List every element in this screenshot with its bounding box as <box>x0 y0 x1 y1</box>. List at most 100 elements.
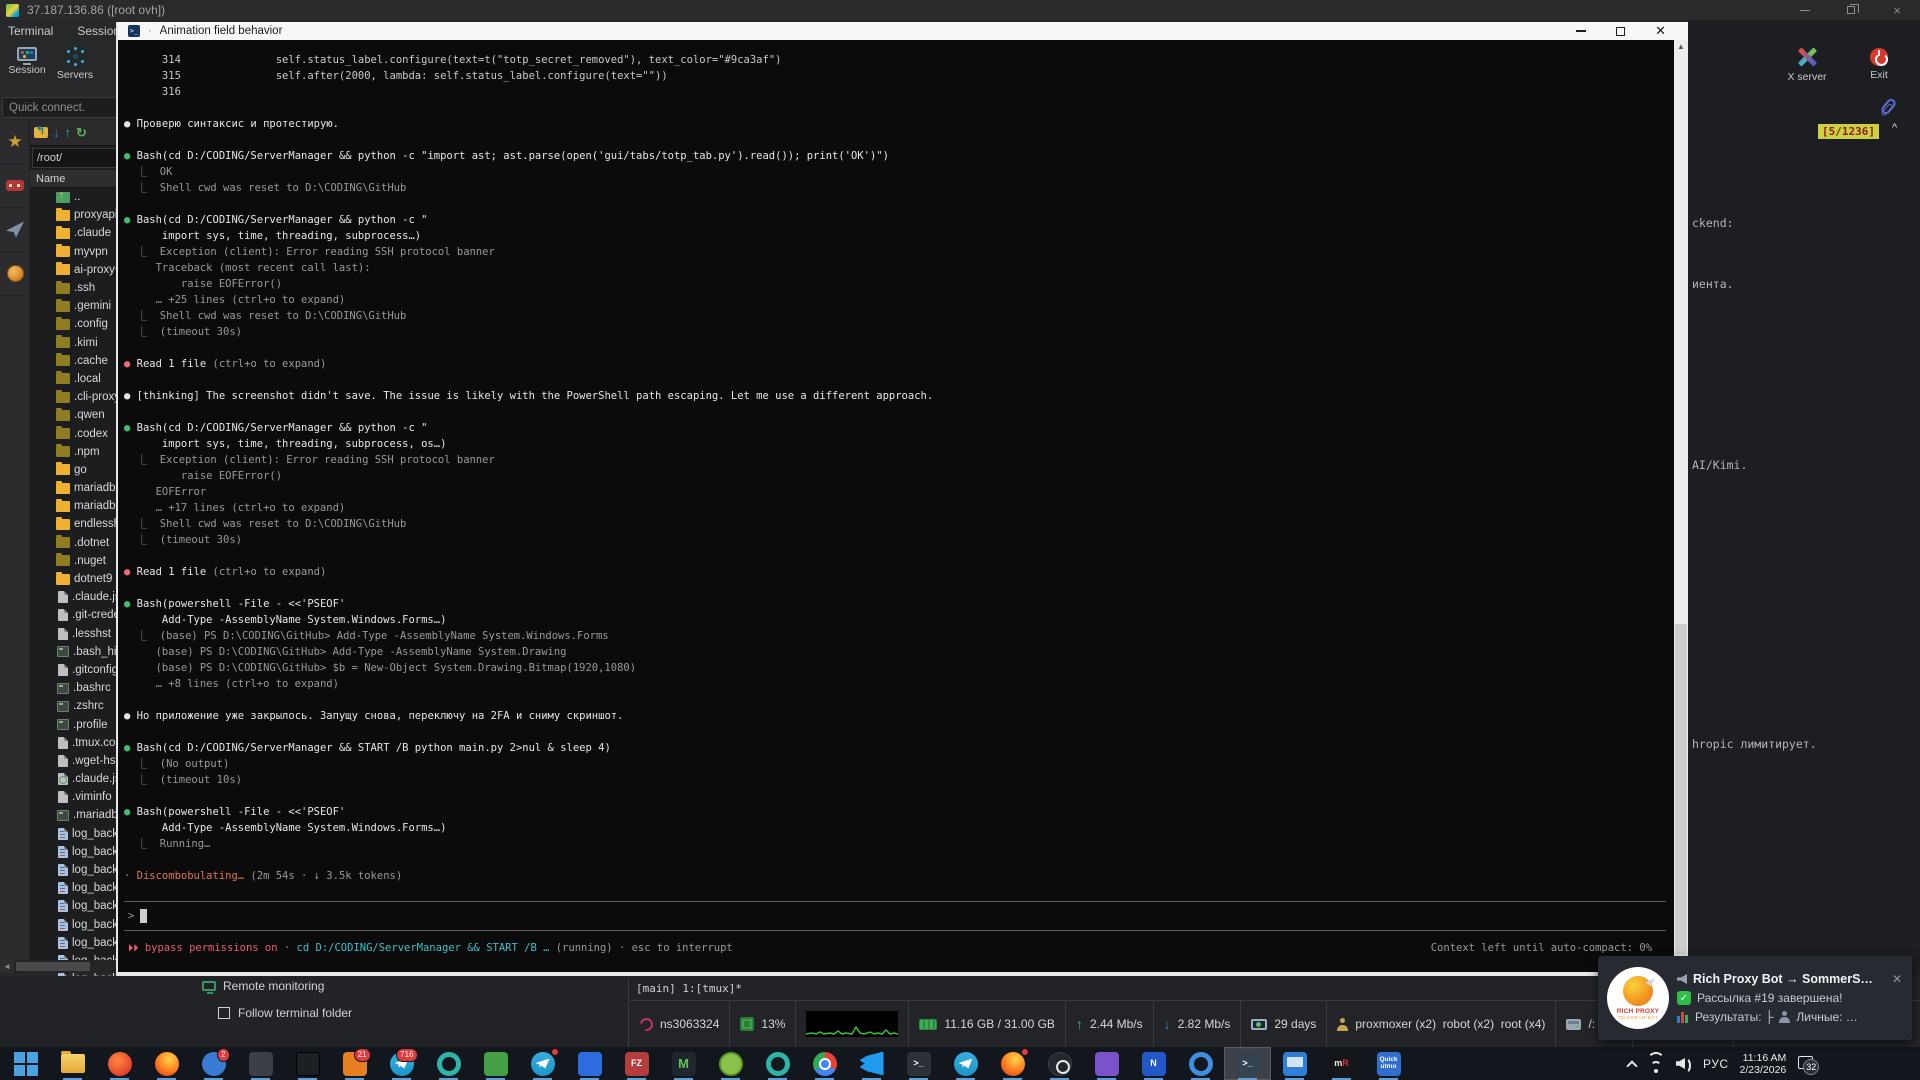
file-row[interactable]: go <box>30 461 122 479</box>
file-row[interactable]: .zshrc <box>30 697 122 715</box>
file-row[interactable]: .local <box>30 370 122 388</box>
file-row[interactable]: .qwen <box>30 406 122 424</box>
file-row[interactable]: mariadb-i <box>30 479 122 497</box>
firefox-alt[interactable] <box>989 1047 1036 1080</box>
filezilla[interactable]: FZ <box>613 1047 660 1080</box>
action-center-icon[interactable]: 32 <box>1797 1054 1817 1074</box>
file-row[interactable]: proxyapis <box>30 206 122 224</box>
remote-monitoring-toggle[interactable]: Remote monitoring <box>202 979 324 993</box>
terminal-content[interactable]: 314 self.status_label.configure(text=t("… <box>118 40 1674 970</box>
file-row[interactable]: .claude.js <box>30 588 122 606</box>
file-row[interactable]: dotnet9 <box>30 570 122 588</box>
scroll-left-icon[interactable]: ◄ <box>0 960 14 973</box>
prompt-input[interactable]: > <box>124 901 1666 931</box>
mremoteng[interactable]: mR <box>1318 1047 1365 1080</box>
blue-n-app[interactable]: N <box>1130 1047 1177 1080</box>
notepad-plus-plus[interactable] <box>707 1047 754 1080</box>
sidebar-tab-network[interactable] <box>0 252 30 296</box>
chrome[interactable] <box>801 1047 848 1080</box>
dark-app[interactable] <box>237 1047 284 1080</box>
telegram-alt[interactable]: 716 <box>378 1047 425 1080</box>
purple-app[interactable] <box>1083 1047 1130 1080</box>
mobaxterm-titlebar[interactable]: 37.187.136.86 ([root ovh]) × <box>0 0 1920 20</box>
terminal-titlebar[interactable]: >_ · Animation field behavior ✕ <box>118 22 1688 40</box>
file-row[interactable]: .ssh <box>30 279 122 297</box>
file-explorer[interactable] <box>49 1047 96 1080</box>
file-row[interactable]: .tmux.con <box>30 734 122 752</box>
file-row[interactable]: .wget-hst <box>30 752 122 770</box>
telegram-desktop[interactable] <box>942 1047 989 1080</box>
file-row[interactable]: .cache <box>30 352 122 370</box>
teal-app[interactable] <box>754 1047 801 1080</box>
blue-app[interactable] <box>566 1047 613 1080</box>
scroll-up-icon[interactable]: ▲ <box>1674 42 1688 51</box>
chrome-profile[interactable]: 2 <box>190 1047 237 1080</box>
green-app[interactable] <box>472 1047 519 1080</box>
file-row[interactable]: log_backu <box>30 843 122 861</box>
file-row[interactable]: .git-crede <box>30 606 122 624</box>
file-row[interactable]: log_backu <box>30 825 122 843</box>
scrollbar-thumb[interactable] <box>16 962 90 971</box>
file-row[interactable]: .dotnet <box>30 534 122 552</box>
quick-connect-input[interactable] <box>2 97 119 118</box>
file-row[interactable]: .kimi <box>30 334 122 352</box>
name-column-header[interactable]: Name <box>30 170 122 188</box>
file-row[interactable]: .gemini <box>30 297 122 315</box>
minimize-icon[interactable] <box>1782 0 1828 20</box>
parent-folder-icon[interactable] <box>34 127 48 138</box>
sidebar-tab-tools[interactable] <box>0 164 30 208</box>
telegram[interactable] <box>519 1047 566 1080</box>
black-app[interactable] <box>284 1047 331 1080</box>
file-row[interactable]: .nuget <box>30 552 122 570</box>
maximize-icon[interactable] <box>1616 27 1625 36</box>
file-row[interactable]: .bashrc <box>30 679 122 697</box>
file-row[interactable]: .profile <box>30 715 122 733</box>
tray-expand-icon[interactable] <box>1626 1060 1637 1071</box>
mobaxterm[interactable]: M <box>660 1047 707 1080</box>
vscode[interactable] <box>848 1047 895 1080</box>
menu-terminal[interactable]: Terminal <box>8 24 53 38</box>
firefox-browser[interactable] <box>143 1047 190 1080</box>
file-row[interactable]: log_backu <box>30 879 122 897</box>
download-icon[interactable]: ↓ <box>53 126 60 139</box>
file-row[interactable]: .config <box>30 315 122 333</box>
minimize-icon[interactable] <box>1576 30 1586 32</box>
sidebar-tab-favorites[interactable]: ★ <box>0 120 30 164</box>
powershell[interactable]: >_ <box>1224 1047 1271 1080</box>
file-row[interactable]: .viminfo <box>30 788 122 806</box>
quick-utmo[interactable]: Quick utmo <box>1365 1047 1412 1080</box>
close-icon[interactable]: ✕ <box>1890 972 1904 986</box>
anydesk[interactable] <box>1271 1047 1318 1080</box>
close-icon[interactable]: × <box>1874 0 1920 20</box>
upload-icon[interactable]: ↑ <box>65 126 72 139</box>
file-row[interactable]: log_backu <box>30 916 122 934</box>
volume-icon[interactable] <box>1676 1057 1692 1070</box>
sidebar-tab-macros[interactable] <box>0 208 30 252</box>
file-row[interactable]: log_backu <box>30 934 122 952</box>
obs-studio[interactable] <box>1036 1047 1083 1080</box>
file-row[interactable]: .claude <box>30 224 122 242</box>
start-button[interactable] <box>2 1047 49 1080</box>
file-row[interactable]: ai-proxy~ <box>30 261 122 279</box>
close-icon[interactable]: ✕ <box>1655 25 1666 37</box>
file-row[interactable]: log_backu <box>30 861 122 879</box>
refresh-icon[interactable]: ↻ <box>76 126 87 139</box>
language-indicator[interactable]: РУС <box>1703 1057 1729 1071</box>
edge-browser[interactable] <box>1177 1047 1224 1080</box>
file-row[interactable]: .npm <box>30 443 122 461</box>
file-row[interactable]: mariadb-c <box>30 497 122 515</box>
clock[interactable]: 11:16 AM 2/23/2026 <box>1740 1052 1787 1076</box>
file-row[interactable]: .claude.js <box>30 770 122 788</box>
follow-terminal-folder-checkbox[interactable]: Follow terminal folder <box>218 1006 352 1020</box>
file-row[interactable]: .codex <box>30 424 122 442</box>
file-row[interactable]: .mariadb_ <box>30 806 122 824</box>
vertical-scrollbar[interactable]: ▲ ▼ <box>1674 40 1688 970</box>
notification-popup[interactable]: RICH PROXY TELEGRAM-BOT Rich Proxy Bot →… <box>1598 956 1912 1040</box>
file-row[interactable]: .bash_his <box>30 643 122 661</box>
attachment-icon[interactable] <box>1880 97 1898 116</box>
wifi-icon[interactable] <box>1647 1057 1665 1070</box>
file-row[interactable]: myvpn <box>30 243 122 261</box>
file-row[interactable]: log_backu <box>30 897 122 915</box>
maximize-icon[interactable] <box>1828 0 1874 20</box>
qbittorrent[interactable] <box>425 1047 472 1080</box>
